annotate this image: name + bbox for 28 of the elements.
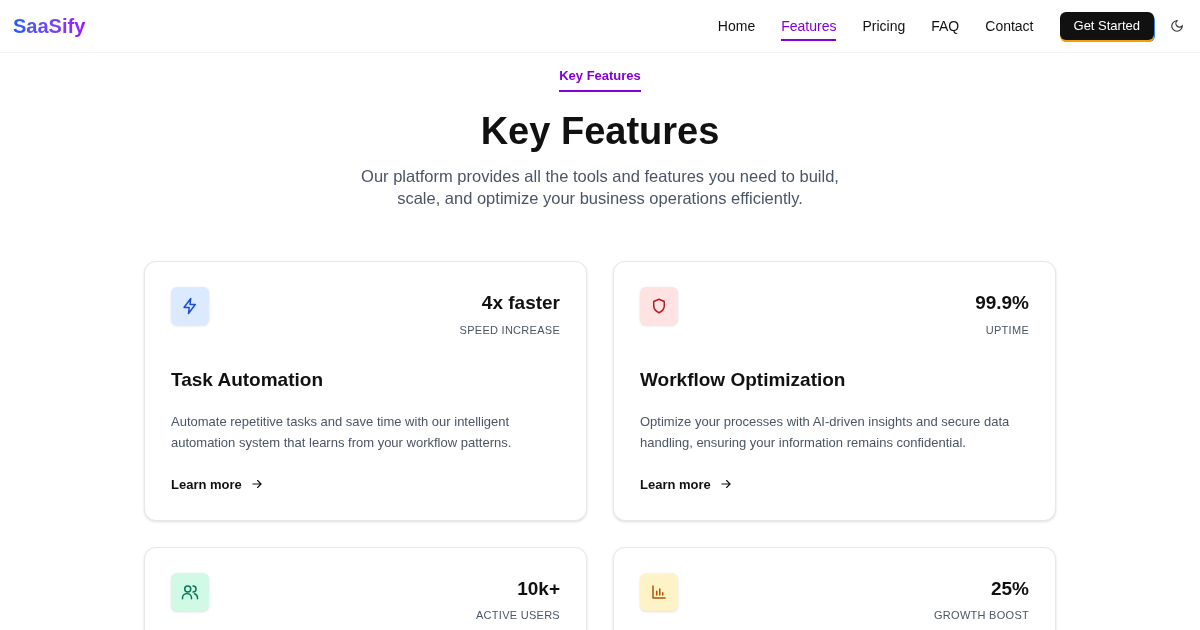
- card-description: Optimize your processes with AI-driven insights and secure data handling, ensuring your information remains confidential.: [640, 412, 1011, 452]
- stat-value: 25%: [990, 576, 1029, 601]
- card-description: Automate repetitive tasks and save time with our intelligent automation system that learns from your workflow patterns.: [171, 412, 513, 452]
- nav-link[interactable]: Pricing: [862, 15, 906, 41]
- users-icon: [181, 582, 199, 601]
- get-started-button[interactable]: Get Started: [1059, 12, 1154, 40]
- nav-link[interactable]: Contact: [985, 15, 1034, 41]
- nav-link[interactable]: Home: [717, 15, 756, 41]
- stat-value: 4x faster: [481, 291, 560, 315]
- moon-icon[interactable]: [1170, 19, 1184, 33]
- section-tag: Key Features: [559, 66, 641, 92]
- card-title: Workflow Optimization: [640, 368, 847, 392]
- nav-link[interactable]: Features: [781, 15, 837, 41]
- stat-label: ACTIVE USERS: [476, 608, 560, 623]
- stat-label: GROWTH BOOST: [934, 608, 1029, 623]
- section-subtitle: Our platform provides all the tools and features you need to build, scale, and optimize your business operations efficiently.: [360, 166, 840, 209]
- card-title: Task Automation: [171, 368, 324, 392]
- stat-value: 10k+: [517, 576, 560, 601]
- stat-label: UPTIME: [985, 322, 1029, 338]
- nav-link[interactable]: FAQ: [931, 15, 960, 41]
- learn-more-link[interactable]: Learn more: [640, 474, 733, 494]
- stat-value: 99.9%: [975, 291, 1029, 315]
- shield-icon: [650, 297, 668, 315]
- lightning-icon: [181, 297, 199, 315]
- stat-label: SPEED INCREASE: [459, 322, 560, 338]
- learn-more-link[interactable]: Learn more: [171, 474, 264, 494]
- section-heading: Key Features: [480, 108, 720, 154]
- bar-chart-icon: [650, 582, 668, 601]
